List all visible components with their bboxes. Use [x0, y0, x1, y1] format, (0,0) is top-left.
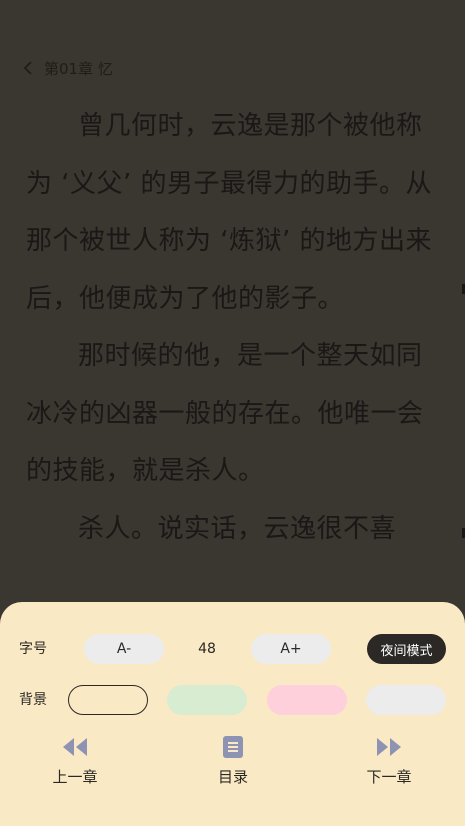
reader-screen: 第01章 忆 曾几何时，云逸是那个被他称为 ‘义父’ 的男子最得力的助手。从那个… [0, 0, 465, 826]
font-size-row: 字号 A- 48 A+ 夜间模式 [0, 632, 465, 666]
background-swatch-gray[interactable] [366, 685, 446, 715]
settings-panel: 字号 A- 48 A+ 夜间模式 背景 [0, 602, 465, 826]
paragraph: 曾几何时，云逸是那个被他称为 ‘义父’ 的男子最得力的助手。从那个被世人称为 ‘… [26, 111, 433, 314]
font-size-label: 字号 [19, 641, 47, 657]
background-swatch-green[interactable] [167, 685, 247, 715]
rewind-icon [62, 734, 88, 760]
next-chapter-label: 下一章 [366, 768, 412, 786]
background-swatch-pink[interactable] [267, 685, 347, 715]
fast-forward-icon [376, 734, 402, 760]
background-label: 背景 [19, 692, 47, 708]
decrease-font-button[interactable]: A- [84, 634, 164, 664]
next-chapter-button[interactable]: 下一章 [354, 734, 424, 787]
prev-chapter-label: 上一章 [52, 768, 98, 786]
paragraph: 那时候的他，是一个整天如同冰冷的凶器一般的存在。他唯一会的技能，就是杀人。 [26, 341, 424, 486]
table-of-contents-label: 目录 [217, 768, 248, 786]
font-size-value: 48 [198, 641, 216, 657]
prev-chapter-button[interactable]: 上一章 [40, 734, 110, 787]
chapter-content: 曾几何时，云逸是那个被他称为 ‘义父’ 的男子最得力的助手。从那个被世人称为 ‘… [26, 98, 446, 558]
paragraph: 杀人。说实话，云逸很不喜 [78, 513, 397, 544]
list-icon [223, 734, 243, 760]
increase-font-button[interactable]: A+ [251, 634, 331, 664]
background-row: 背景 [0, 683, 465, 717]
table-of-contents-button[interactable]: 目录 [198, 734, 268, 787]
night-mode-button[interactable]: 夜间模式 [367, 634, 446, 664]
chapter-title: 第01章 忆 [44, 59, 113, 78]
chapter-header[interactable]: 第01章 忆 [20, 56, 113, 80]
background-swatch-parchment[interactable] [68, 685, 148, 715]
chevron-left-icon[interactable] [20, 60, 36, 76]
